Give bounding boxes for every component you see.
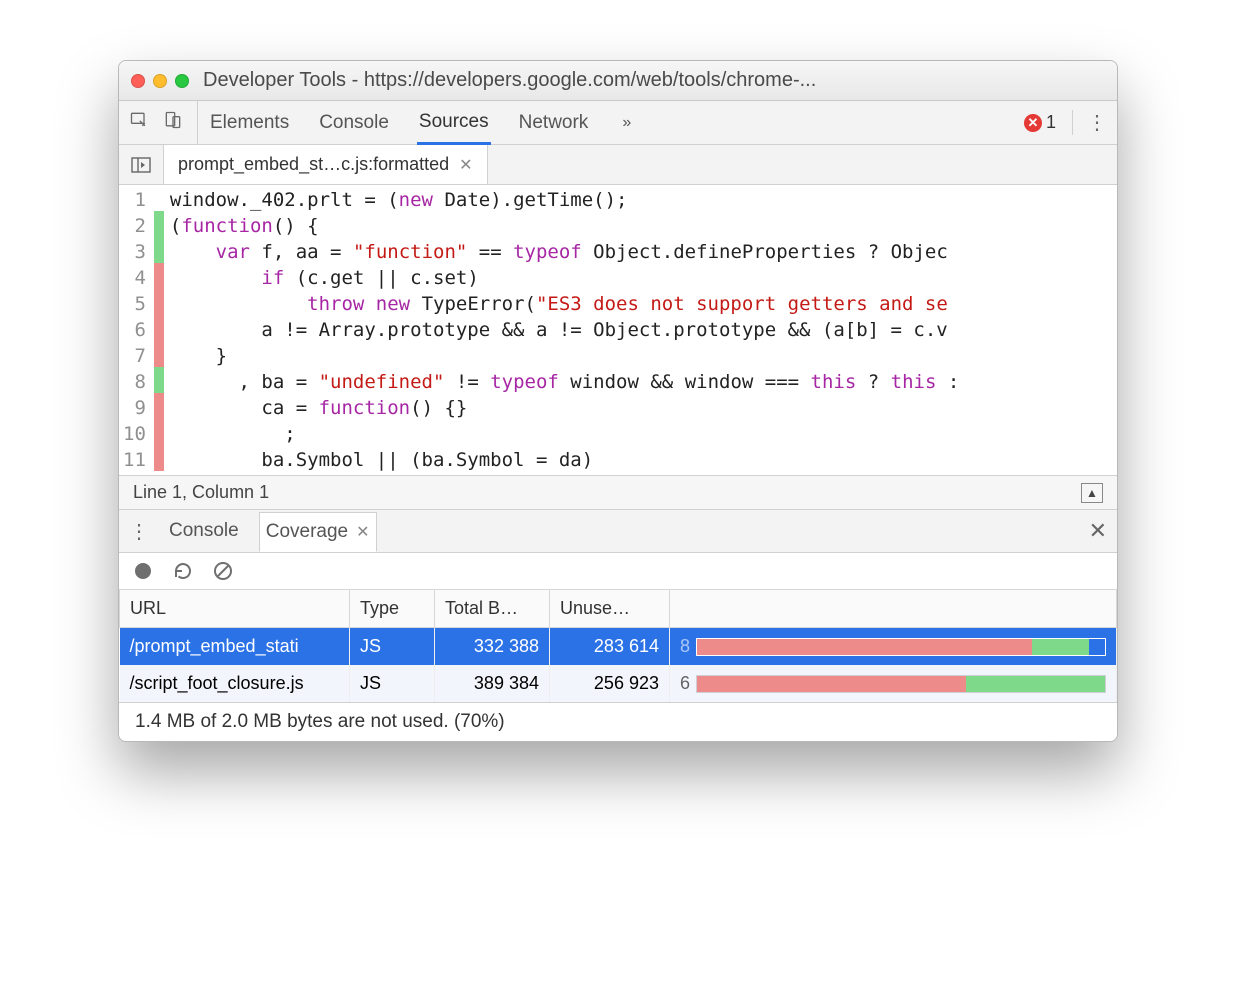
drawer-tabbar: ⋮ Console Coverage ✕ ✕	[119, 509, 1117, 553]
coverage-url: /script_foot_closure.js	[120, 665, 350, 702]
usage-bar	[696, 638, 1106, 656]
coverage-marker	[154, 445, 164, 471]
code-line: var f, aa = "function" == typeof Object.…	[170, 239, 959, 265]
coverage-row[interactable]: /script_foot_closure.jsJS389 384256 9236	[120, 665, 1117, 702]
cursor-position: Line 1, Column 1	[133, 482, 269, 503]
code-line: throw new TypeError("ES3 does not suppor…	[170, 291, 959, 317]
inspect-element-icon[interactable]	[129, 110, 149, 135]
code-line: if (c.get || c.set)	[170, 265, 959, 291]
col-usage-bar[interactable]	[670, 590, 1117, 628]
coverage-marker	[154, 367, 164, 393]
line-number-gutter: 1234567891011	[119, 185, 154, 475]
code-line: }	[170, 343, 959, 369]
coverage-marker	[154, 185, 164, 211]
coverage-type: JS	[350, 628, 435, 666]
coverage-marker	[154, 341, 164, 367]
coverage-row[interactable]: /prompt_embed_statiJS332 388283 6148	[120, 628, 1117, 666]
line-number: 5	[123, 291, 146, 317]
drawer-menu-icon[interactable]: ⋮	[129, 519, 149, 544]
coverage-marker	[154, 315, 164, 341]
panel-tabs: Elements Console Sources Network »	[208, 101, 637, 145]
drawer-tab-coverage[interactable]: Coverage ✕	[259, 512, 377, 552]
coverage-marker	[154, 393, 164, 419]
tab-elements[interactable]: Elements	[208, 102, 291, 143]
coverage-type: JS	[350, 665, 435, 702]
tab-network[interactable]: Network	[517, 102, 591, 143]
code-line: (function() {	[170, 213, 959, 239]
coverage-marker	[154, 211, 164, 237]
line-number: 6	[123, 317, 146, 343]
file-tab-name: prompt_embed_st…c.js:formatted	[178, 154, 449, 175]
settings-menu-icon[interactable]: ⋮	[1072, 110, 1107, 135]
coverage-unused: 256 923	[550, 665, 670, 702]
coverage-toolbar	[119, 553, 1117, 589]
coverage-unused: 283 614	[550, 628, 670, 666]
coverage-marker	[154, 419, 164, 445]
coverage-table: URL Type Total B… Unuse… /prompt_embed_s…	[119, 589, 1117, 702]
line-number: 11	[123, 447, 146, 473]
main-tabbar: Elements Console Sources Network » ✕ 1 ⋮	[119, 101, 1117, 145]
line-number: 10	[123, 421, 146, 447]
error-count: 1	[1046, 112, 1056, 133]
line-number: 3	[123, 239, 146, 265]
code-line: ba.Symbol || (ba.Symbol = da)	[170, 447, 959, 473]
window-title: Developer Tools - https://developers.goo…	[203, 69, 816, 92]
window-titlebar: Developer Tools - https://developers.goo…	[119, 61, 1117, 101]
coverage-marker	[154, 237, 164, 263]
close-drawer-icon[interactable]: ✕	[1089, 518, 1107, 544]
coverage-total: 389 384	[435, 665, 550, 702]
zoom-window-button[interactable]	[175, 74, 189, 88]
file-tab-bar: prompt_embed_st…c.js:formatted ✕	[119, 145, 1117, 185]
code-line: a != Array.prototype && a != Object.prot…	[170, 317, 959, 343]
drawer-tab-coverage-label: Coverage	[266, 521, 348, 543]
coverage-header-row: URL Type Total B… Unuse…	[120, 590, 1117, 628]
close-drawer-tab-icon[interactable]: ✕	[356, 522, 369, 542]
col-total[interactable]: Total B…	[435, 590, 550, 628]
minimize-window-button[interactable]	[153, 74, 167, 88]
code-content: window._402.prlt = (new Date).getTime();…	[164, 185, 959, 475]
line-number: 4	[123, 265, 146, 291]
navigator-toggle-icon[interactable]	[119, 145, 164, 184]
device-toolbar-icon[interactable]	[163, 110, 183, 135]
drawer-tab-console[interactable]: Console	[163, 512, 245, 550]
close-file-tab-icon[interactable]: ✕	[459, 155, 472, 175]
collapse-drawer-icon[interactable]: ▲	[1081, 483, 1103, 503]
tab-console[interactable]: Console	[317, 102, 391, 143]
more-tabs-icon[interactable]: »	[616, 110, 637, 136]
record-icon[interactable]	[133, 561, 153, 581]
tab-sources[interactable]: Sources	[417, 101, 491, 145]
error-badge[interactable]: ✕ 1	[1024, 112, 1056, 133]
source-file-tab[interactable]: prompt_embed_st…c.js:formatted ✕	[164, 145, 488, 184]
line-number: 9	[123, 395, 146, 421]
coverage-marker	[154, 263, 164, 289]
coverage-bar-cell: 6	[670, 665, 1117, 702]
coverage-total: 332 388	[435, 628, 550, 666]
coverage-marker	[154, 289, 164, 315]
close-window-button[interactable]	[131, 74, 145, 88]
line-number: 8	[123, 369, 146, 395]
devtools-window: Developer Tools - https://developers.goo…	[118, 60, 1118, 742]
col-type[interactable]: Type	[350, 590, 435, 628]
line-number: 1	[123, 187, 146, 213]
coverage-bar-cell: 8	[670, 628, 1117, 666]
line-number: 7	[123, 343, 146, 369]
usage-bar	[696, 675, 1106, 693]
col-unused[interactable]: Unuse…	[550, 590, 670, 628]
code-line: , ba = "undefined" != typeof window && w…	[170, 369, 959, 395]
editor-status-bar: Line 1, Column 1 ▲	[119, 475, 1117, 509]
reload-icon[interactable]	[173, 561, 193, 581]
code-line: window._402.prlt = (new Date).getTime();	[170, 187, 959, 213]
coverage-url: /prompt_embed_stati	[120, 628, 350, 666]
code-line: ;	[170, 421, 959, 447]
traffic-lights	[131, 74, 189, 88]
error-icon: ✕	[1024, 114, 1042, 132]
code-editor[interactable]: 1234567891011 window._402.prlt = (new Da…	[119, 185, 1117, 475]
coverage-gutter	[154, 185, 164, 475]
line-number: 2	[123, 213, 146, 239]
code-line: ca = function() {}	[170, 395, 959, 421]
clear-icon[interactable]	[213, 561, 233, 581]
col-url[interactable]: URL	[120, 590, 350, 628]
coverage-summary: 1.4 MB of 2.0 MB bytes are not used. (70…	[119, 702, 1117, 741]
